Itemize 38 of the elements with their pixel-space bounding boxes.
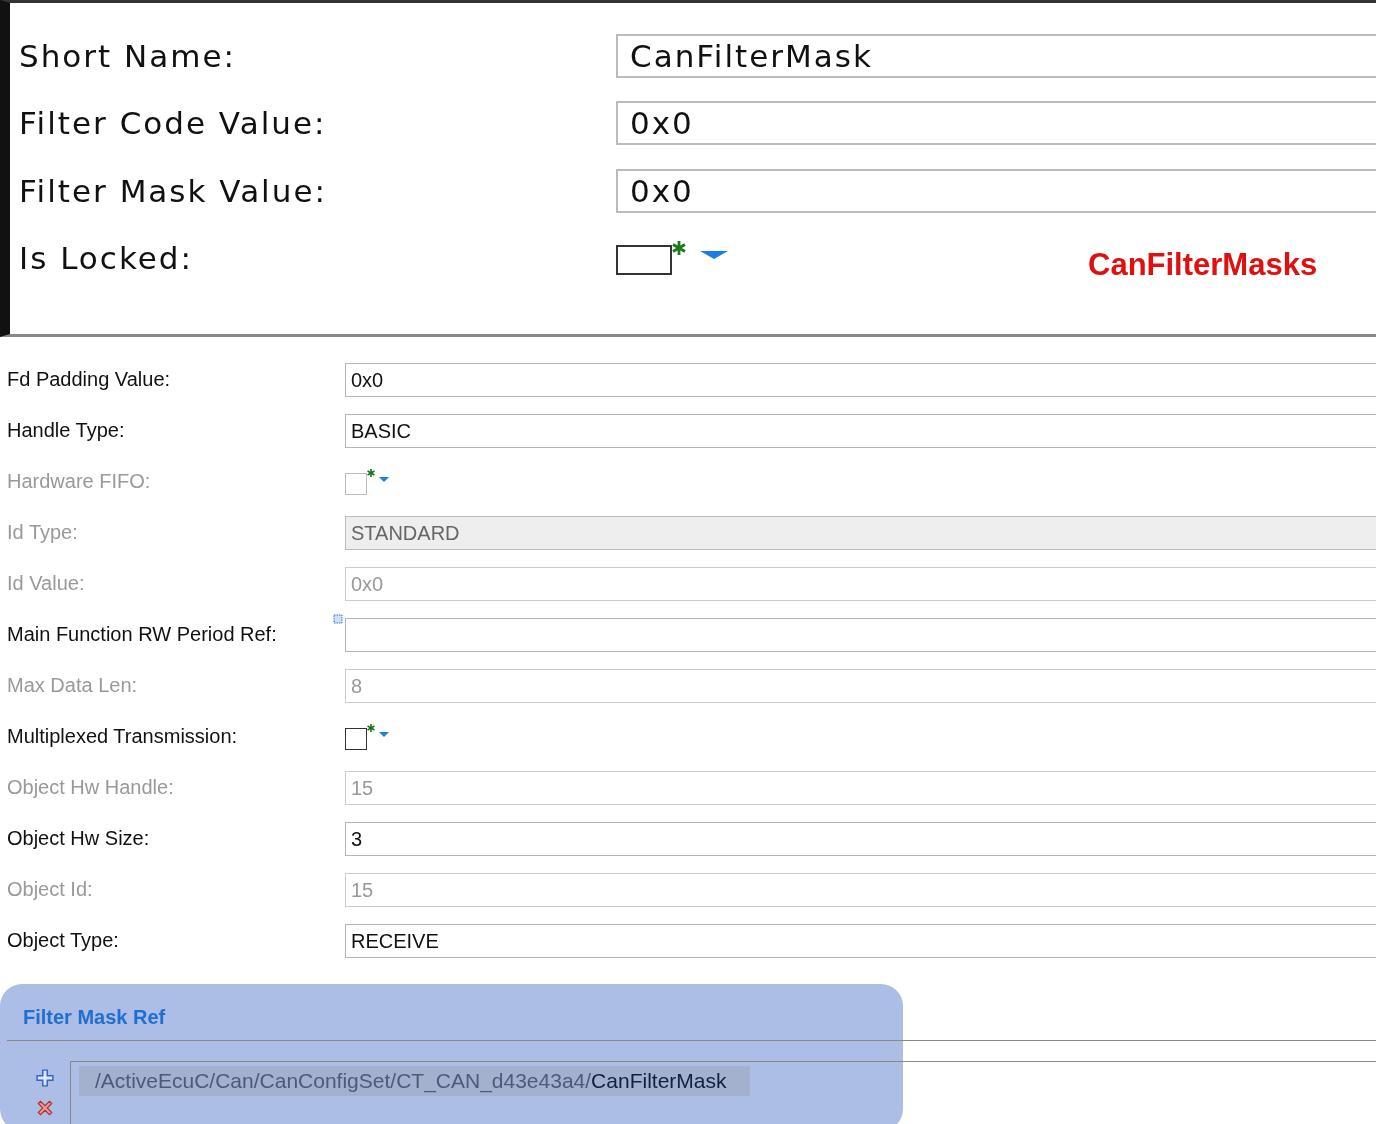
caret-icon[interactable] — [379, 731, 389, 737]
field-label: Id Value: — [6, 572, 86, 595]
list-item[interactable]: /ActiveEcuC/Can/CanConfigSet/CT_CAN_d43e43a4/CanFilterMask — [79, 1066, 751, 1096]
asterisk-icon — [367, 468, 375, 477]
field-label: Multiplexed Transmission: — [6, 725, 239, 748]
text-field[interactable]: CanFilterMask — [616, 33, 1376, 78]
field-label: Hardware FIFO: — [6, 470, 152, 493]
field-label: Filter Code Value: — [18, 105, 328, 142]
text-field[interactable]: RECEIVE — [345, 923, 1376, 958]
field-label: Short Name: — [18, 37, 237, 74]
checkbox[interactable] — [616, 245, 672, 276]
field-label: Fd Padding Value: — [6, 368, 172, 391]
text-field[interactable]: 0x0 — [616, 101, 1376, 146]
field-label: Object Id: — [6, 878, 94, 901]
asterisk-icon — [367, 723, 375, 732]
delete-icon[interactable] — [36, 1099, 54, 1117]
field-label: Filter Mask Value: — [18, 172, 328, 209]
checkbox[interactable] — [345, 727, 367, 750]
text-field[interactable]: 0x0 — [345, 362, 1376, 397]
field-label: Main Function RW Period Ref: — [6, 623, 278, 646]
asterisk-icon — [672, 241, 686, 256]
annotation-text: CanFilterMasks — [1088, 247, 1318, 283]
field-label: Object Hw Size: — [6, 827, 151, 850]
field-label: Object Hw Handle: — [6, 776, 175, 799]
section-title: Filter Mask Ref — [7, 984, 1376, 1041]
caret-icon[interactable] — [379, 476, 389, 482]
text-field[interactable]: BASIC — [345, 413, 1376, 448]
field-label: Id Type: — [6, 521, 79, 544]
field-label: Max Data Len: — [6, 674, 139, 697]
field-label: Is Locked: — [18, 240, 194, 277]
text-field[interactable]: 0x0 — [616, 168, 1376, 213]
reference-field[interactable] — [345, 617, 1376, 652]
field-label: Handle Type: — [6, 419, 126, 442]
caret-icon[interactable] — [700, 251, 728, 260]
reference-icon[interactable] — [333, 613, 343, 624]
text-field[interactable]: 3 — [345, 821, 1376, 856]
field-label: Object Type: — [6, 929, 120, 952]
add-icon[interactable] — [36, 1069, 54, 1087]
